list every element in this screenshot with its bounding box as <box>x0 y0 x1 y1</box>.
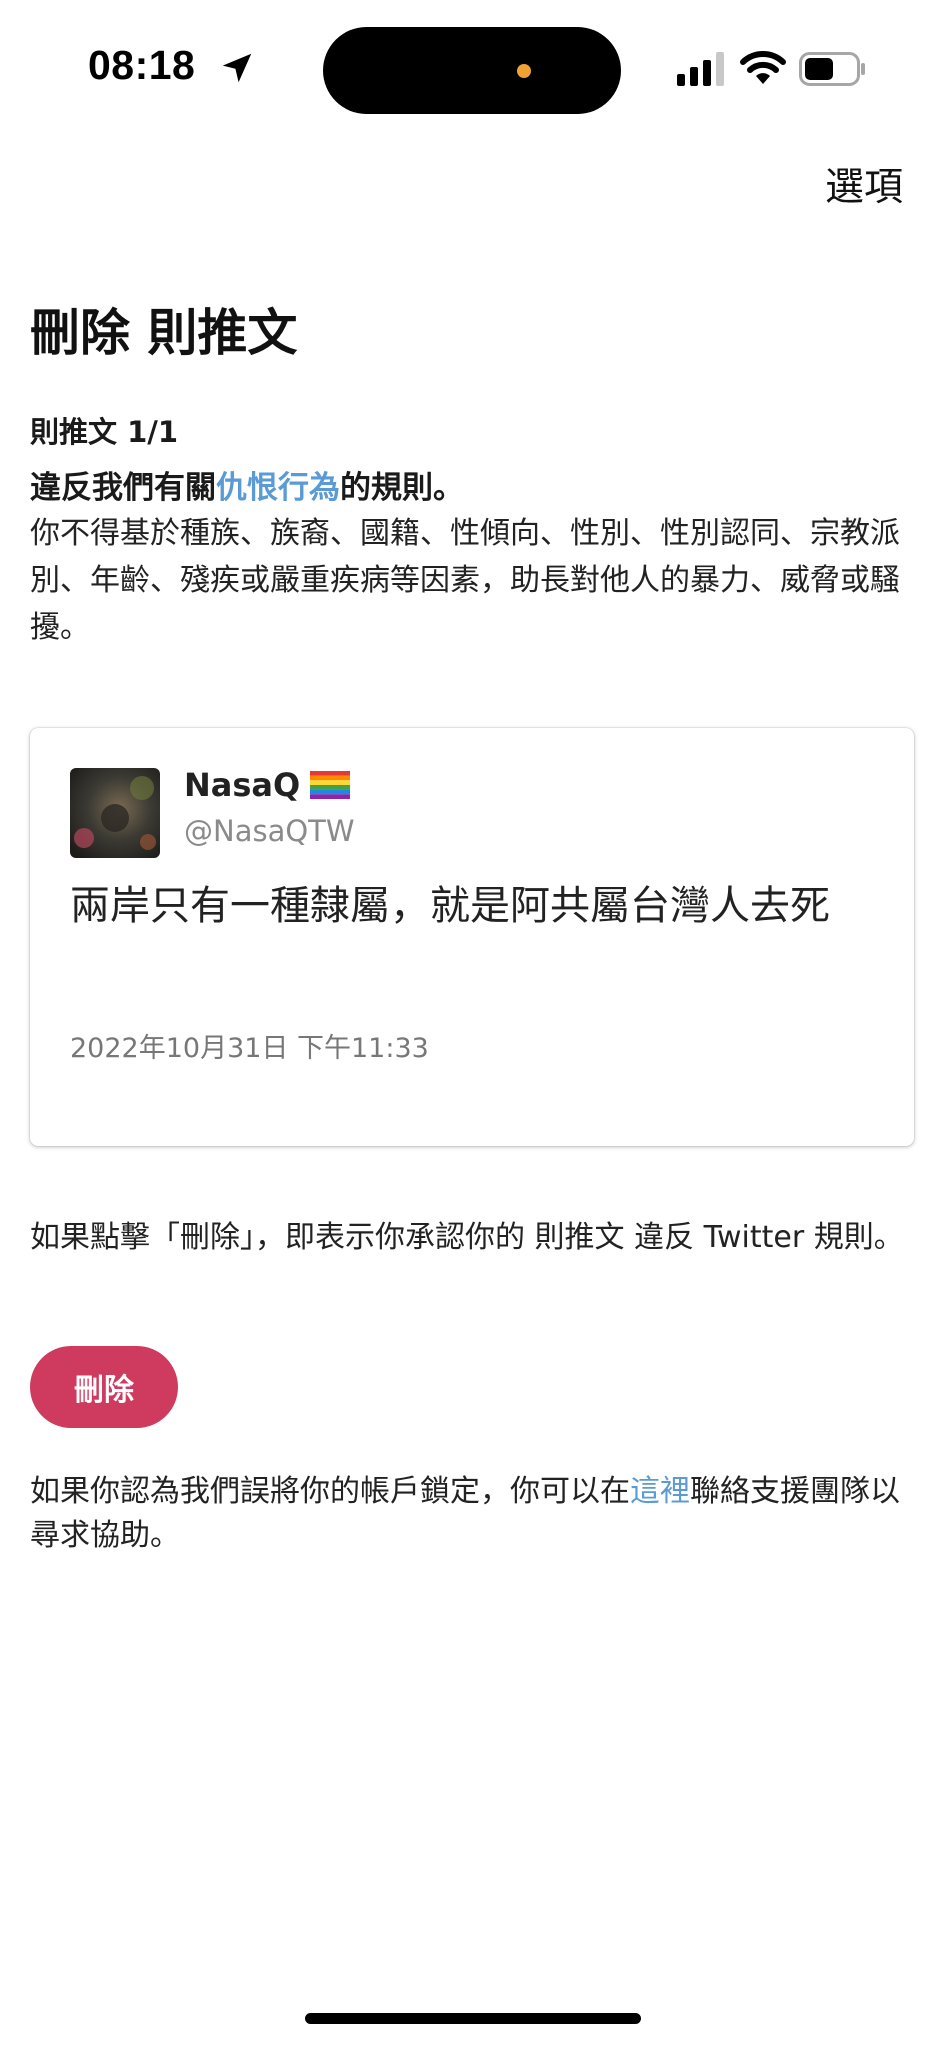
status-time: 08:18 <box>88 42 196 88</box>
tweet-card: NasaQ @NasaQTW 兩岸只有一種隸屬，就是阿共屬台灣人去死 2022年… <box>30 728 914 1146</box>
rule-prefix: 違反我們有關 <box>30 470 216 506</box>
tweet-counter: 則推文 1/1 <box>30 415 179 449</box>
author-name: NasaQ <box>184 766 351 804</box>
delete-confirmation-text: 如果點擊「刪除」，即表示你承認你的 則推文 違反 Twitter 規則。 <box>30 1220 904 1255</box>
tweet-text: 兩岸只有一種隸屬，就是阿共屬台灣人去死 <box>70 883 830 929</box>
avatar-image <box>70 768 160 858</box>
tweet-timestamp: 2022年10月31日 下午11:33 <box>70 1033 429 1064</box>
support-text: 如果你認為我們誤將你的帳戶鎖定，你可以在這裡聯絡支援團隊以尋求協助。 <box>30 1470 910 1558</box>
home-indicator[interactable] <box>305 2013 641 2024</box>
rule-violation-line: 違反我們有關仇恨行為的規則。 <box>30 466 910 510</box>
hateful-conduct-link[interactable]: 仇恨行為 <box>216 470 340 506</box>
dynamic-island <box>323 27 621 114</box>
delete-button[interactable]: 刪除 <box>30 1346 178 1428</box>
signal-icon <box>677 52 724 86</box>
main-content: 刪除 則推文 則推文 1/1 違反我們有關仇恨行為的規則。 你不得基於種族、族裔… <box>30 300 910 651</box>
author-name-text: NasaQ <box>184 766 301 804</box>
location-arrow-icon <box>222 53 252 83</box>
rule-suffix: 的規則。 <box>340 470 464 506</box>
author-handle: @NasaQTW <box>184 814 355 848</box>
rainbow-flag-icon <box>310 771 351 799</box>
battery-icon <box>799 52 865 86</box>
support-prefix: 如果你認為我們誤將你的帳戶鎖定，你可以在 <box>30 1474 630 1509</box>
avatar <box>70 768 160 858</box>
camera-indicator-dot <box>517 64 531 78</box>
support-link[interactable]: 這裡 <box>630 1474 690 1509</box>
page-title: 刪除 則推文 <box>30 304 298 362</box>
rule-description: 你不得基於種族、族裔、國籍、性傾向、性別、性別認同、宗教派別、年齡、殘疾或嚴重疾… <box>30 516 900 645</box>
wifi-icon <box>740 51 786 84</box>
options-button[interactable]: 選項 <box>825 156 903 212</box>
